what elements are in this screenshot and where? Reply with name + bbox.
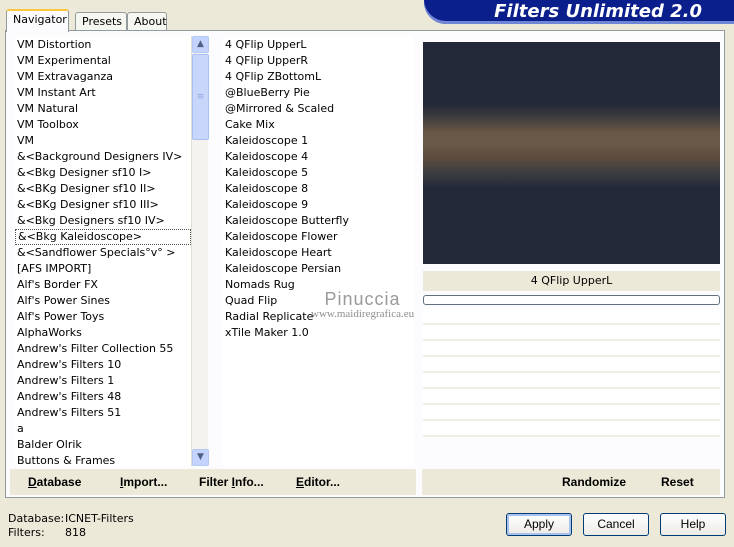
right-button-bar: Randomize Reset xyxy=(422,469,720,495)
tab-navigator[interactable]: Navigator xyxy=(6,9,69,32)
filter-list[interactable]: 4 QFlip UpperL 4 QFlip UpperR 4 QFlip ZBot… xyxy=(223,36,413,466)
filter-item[interactable]: Kaleidoscope Flower xyxy=(223,229,413,245)
category-item[interactable]: VM Instant Art xyxy=(15,85,191,101)
parameter-row xyxy=(423,389,720,405)
category-item[interactable]: &<Sandflower Specials°v° > xyxy=(15,245,191,261)
database-button[interactable]: Database xyxy=(28,469,81,495)
category-scrollbar[interactable]: ▲ ≡ ▼ xyxy=(191,36,209,466)
parameter-row xyxy=(423,341,720,357)
filter-item[interactable]: Kaleidoscope 1 xyxy=(223,133,413,149)
category-item[interactable]: &<Bkg Kaleidoscope> xyxy=(15,229,191,245)
filter-item[interactable]: @Mirrored & Scaled xyxy=(223,101,413,117)
category-list[interactable]: VM Distortion VM Experimental VM Extravaga… xyxy=(15,36,191,466)
category-item[interactable]: VM Natural xyxy=(15,101,191,117)
category-item[interactable]: Andrew's Filters 51 xyxy=(15,405,191,421)
parameter-row xyxy=(423,421,720,437)
category-item[interactable]: [AFS IMPORT] xyxy=(15,261,191,277)
current-filter-name: 4 QFlip UpperL xyxy=(423,271,720,291)
left-button-bar: Database Import... Filter Info... Editor… xyxy=(10,469,416,495)
scroll-thumb[interactable]: ≡ xyxy=(192,54,209,140)
category-item[interactable]: VM Experimental xyxy=(15,53,191,69)
filter-item[interactable]: Kaleidoscope Persian xyxy=(223,261,413,277)
randomize-button[interactable]: Randomize xyxy=(562,469,626,495)
filter-item[interactable]: Kaleidoscope 9 xyxy=(223,197,413,213)
import-button[interactable]: Import... xyxy=(120,469,167,495)
filter-item[interactable]: Kaleidoscope Heart xyxy=(223,245,413,261)
category-item[interactable]: &<Bkg Designer sf10 I> xyxy=(15,165,191,181)
category-item[interactable]: Andrew's Filter Collection 55 xyxy=(15,341,191,357)
filter-info-button[interactable]: Filter Info... xyxy=(199,469,264,495)
category-item[interactable]: a xyxy=(15,421,191,437)
filters-count: 818 xyxy=(65,526,86,539)
category-item[interactable]: &<Background Designers IV> xyxy=(15,149,191,165)
filter-item[interactable]: Cake Mix xyxy=(223,117,413,133)
category-item[interactable]: Andrew's Filters 10 xyxy=(15,357,191,373)
watermark-name: Pinuccia xyxy=(324,289,401,309)
category-item[interactable]: Buttons & Frames xyxy=(15,453,191,466)
category-item[interactable]: Alf's Power Toys xyxy=(15,309,191,325)
filter-item[interactable]: 4 QFlip ZBottomL xyxy=(223,69,413,85)
parameter-row xyxy=(423,325,720,341)
database-value: ICNET-Filters xyxy=(65,512,134,525)
parameter-area xyxy=(423,309,720,437)
watermark-url: www.maidiregrafica.eu xyxy=(311,308,415,320)
filter-item[interactable]: 4 QFlip UpperL xyxy=(223,37,413,53)
preview-image xyxy=(423,42,720,264)
category-item[interactable]: AlphaWorks xyxy=(15,325,191,341)
filter-item[interactable]: Kaleidoscope 5 xyxy=(223,165,413,181)
tab-presets[interactable]: Presets xyxy=(75,12,127,31)
category-item[interactable]: VM Toolbox xyxy=(15,117,191,133)
app-title-banner: Filters Unlimited 2.0 xyxy=(424,0,734,24)
help-button[interactable]: Help xyxy=(660,513,726,536)
scroll-down-button[interactable]: ▼ xyxy=(192,449,209,466)
filter-item[interactable]: Kaleidoscope 4 xyxy=(223,149,413,165)
category-item[interactable]: &<BKg Designer sf10 II> xyxy=(15,181,191,197)
filter-item[interactable]: xTile Maker 1.0 xyxy=(223,325,413,341)
category-item[interactable]: &<Bkg Designers sf10 IV> xyxy=(15,213,191,229)
tab-about[interactable]: About xyxy=(127,12,167,31)
category-item[interactable]: Andrew's Filters 48 xyxy=(15,389,191,405)
database-label: Database: xyxy=(8,512,65,525)
category-item[interactable]: Alf's Power Sines xyxy=(15,293,191,309)
cancel-button[interactable]: Cancel xyxy=(583,513,649,536)
apply-button[interactable]: Apply xyxy=(506,513,572,536)
filter-item[interactable]: Kaleidoscope 8 xyxy=(223,181,413,197)
category-item[interactable]: Alf's Border FX xyxy=(15,277,191,293)
reset-button[interactable]: Reset xyxy=(661,469,694,495)
category-item[interactable]: VM xyxy=(15,133,191,149)
filter-item[interactable]: @BlueBerry Pie xyxy=(223,85,413,101)
watermark: Pinuccia www.maidiregrafica.eu xyxy=(311,289,414,320)
selected-filter-label: 4 QFlip UpperL xyxy=(225,38,307,51)
filters-label: Filters: xyxy=(8,526,45,539)
category-item[interactable]: &<BKg Designer sf10 III> xyxy=(15,197,191,213)
category-item[interactable]: VM Extravaganza xyxy=(15,69,191,85)
filter-item[interactable]: 4 QFlip UpperR xyxy=(223,53,413,69)
parameter-row xyxy=(423,405,720,421)
parameter-row xyxy=(423,357,720,373)
scroll-up-button[interactable]: ▲ xyxy=(192,36,209,53)
category-item[interactable]: VM Distortion xyxy=(15,37,191,53)
category-item[interactable]: Balder Olrik xyxy=(15,437,191,453)
parameter-row xyxy=(423,309,720,325)
category-item[interactable]: Andrew's Filters 1 xyxy=(15,373,191,389)
progress-bar xyxy=(423,295,720,305)
status-area: Database:ICNET-Filters Filters: 818 xyxy=(8,512,134,540)
editor-button[interactable]: Editor... xyxy=(296,469,340,495)
parameter-row xyxy=(423,373,720,389)
filter-item[interactable]: Kaleidoscope Butterfly xyxy=(223,213,413,229)
navigator-panel: VM Distortion VM Experimental VM Extravaga… xyxy=(5,30,725,498)
